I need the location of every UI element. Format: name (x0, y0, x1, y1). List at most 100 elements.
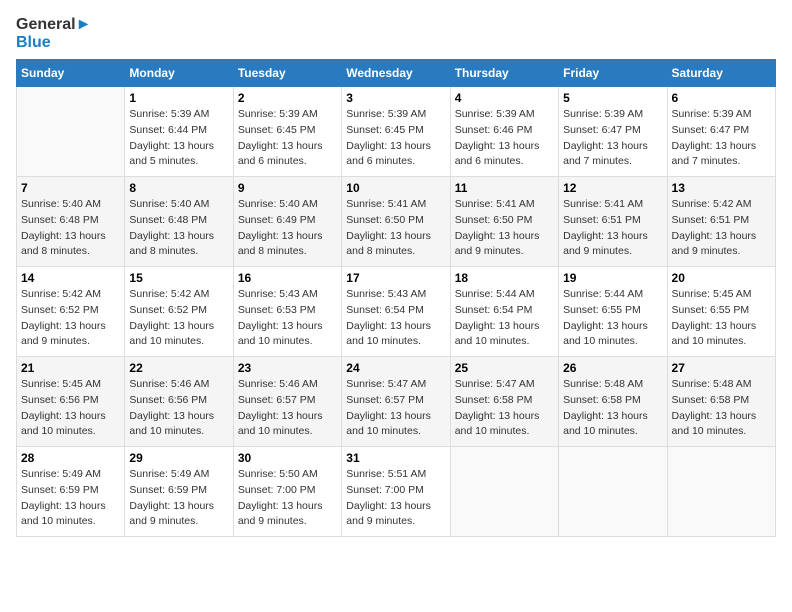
day-number: 9 (238, 181, 337, 195)
calendar-cell: 17 Sunrise: 5:43 AMSunset: 6:54 PMDayligh… (342, 267, 450, 357)
logo-blue: Blue (16, 34, 91, 52)
day-number: 18 (455, 271, 554, 285)
calendar-cell: 2Sunrise: 5:39 AMSunset: 6:45 PMDaylight… (233, 87, 341, 177)
day-number: 22 (129, 361, 228, 375)
day-number: 12 (563, 181, 662, 195)
logo: General► Blue (16, 16, 91, 51)
day-info: Sunrise: 5:39 AMSunset: 6:44 PMDaylight:… (129, 107, 228, 170)
day-number: 17 (346, 271, 445, 285)
day-number: 20 (672, 271, 771, 285)
calendar-week-2: 7 Sunrise: 5:40 AMSunset: 6:48 PMDaylight… (17, 177, 776, 267)
calendar-cell: 18 Sunrise: 5:44 AMSunset: 6:54 PMDayligh… (450, 267, 558, 357)
header-day-wednesday: Wednesday (342, 60, 450, 87)
day-number: 24 (346, 361, 445, 375)
day-info: Sunrise: 5:43 AMSunset: 6:53 PMDaylight:… (238, 287, 337, 350)
day-info: Sunrise: 5:50 AMSunset: 7:00 PMDaylight:… (238, 467, 337, 530)
calendar-cell: 8 Sunrise: 5:40 AMSunset: 6:48 PMDaylight… (125, 177, 233, 267)
day-number: 26 (563, 361, 662, 375)
day-number: 8 (129, 181, 228, 195)
calendar-cell: 14 Sunrise: 5:42 AMSunset: 6:52 PMDayligh… (17, 267, 125, 357)
calendar-week-5: 28Sunrise: 5:49 AMSunset: 6:59 PMDayligh… (17, 447, 776, 537)
calendar-cell: 20 Sunrise: 5:45 AMSunset: 6:55 PMDayligh… (667, 267, 775, 357)
calendar-cell (17, 87, 125, 177)
calendar-cell: 29 Sunrise: 5:49 AMSunset: 6:59 PMDayligh… (125, 447, 233, 537)
calendar-cell: 27 Sunrise: 5:48 AMSunset: 6:58 PMDayligh… (667, 357, 775, 447)
day-info: Sunrise: 5:42 AMSunset: 6:52 PMDaylight:… (21, 287, 120, 350)
day-info: Sunrise: 5:43 AMSunset: 6:54 PMDaylight:… (346, 287, 445, 350)
calendar-cell: 30Sunrise: 5:50 AMSunset: 7:00 PMDayligh… (233, 447, 341, 537)
calendar-cell (450, 447, 558, 537)
day-info: Sunrise: 5:45 AMSunset: 6:55 PMDaylight:… (672, 287, 771, 350)
calendar-cell: 15Sunrise: 5:42 AMSunset: 6:52 PMDayligh… (125, 267, 233, 357)
header-day-monday: Monday (125, 60, 233, 87)
calendar-cell: 24 Sunrise: 5:47 AMSunset: 6:57 PMDayligh… (342, 357, 450, 447)
day-info: Sunrise: 5:40 AMSunset: 6:48 PMDaylight:… (129, 197, 228, 260)
calendar-cell (667, 447, 775, 537)
day-info: Sunrise: 5:48 AMSunset: 6:58 PMDaylight:… (563, 377, 662, 440)
day-number: 1 (129, 91, 228, 105)
calendar-cell: 9 Sunrise: 5:40 AMSunset: 6:49 PMDaylight… (233, 177, 341, 267)
day-number: 16 (238, 271, 337, 285)
day-number: 31 (346, 451, 445, 465)
day-info: Sunrise: 5:39 AMSunset: 6:45 PMDaylight:… (238, 107, 337, 170)
calendar-week-1: 1 Sunrise: 5:39 AMSunset: 6:44 PMDaylight… (17, 87, 776, 177)
calendar-cell: 6 Sunrise: 5:39 AMSunset: 6:47 PMDaylight… (667, 87, 775, 177)
header-day-tuesday: Tuesday (233, 60, 341, 87)
calendar-cell: 11 Sunrise: 5:41 AMSunset: 6:50 PMDayligh… (450, 177, 558, 267)
day-number: 19 (563, 271, 662, 285)
day-info: Sunrise: 5:40 AMSunset: 6:49 PMDaylight:… (238, 197, 337, 260)
day-info: Sunrise: 5:41 AMSunset: 6:51 PMDaylight:… (563, 197, 662, 260)
day-info: Sunrise: 5:41 AMSunset: 6:50 PMDaylight:… (455, 197, 554, 260)
day-info: Sunrise: 5:39 AMSunset: 6:47 PMDaylight:… (563, 107, 662, 170)
day-info: Sunrise: 5:51 AMSunset: 7:00 PMDaylight:… (346, 467, 445, 530)
day-number: 15 (129, 271, 228, 285)
calendar-cell: 21Sunrise: 5:45 AMSunset: 6:56 PMDayligh… (17, 357, 125, 447)
day-info: Sunrise: 5:47 AMSunset: 6:57 PMDaylight:… (346, 377, 445, 440)
calendar-table: SundayMondayTuesdayWednesdayThursdayFrid… (16, 59, 776, 537)
logo-general: General► (16, 16, 91, 34)
calendar-cell: 25 Sunrise: 5:47 AMSunset: 6:58 PMDayligh… (450, 357, 558, 447)
day-info: Sunrise: 5:46 AMSunset: 6:57 PMDaylight:… (238, 377, 337, 440)
page-header: General► Blue (16, 16, 776, 51)
header-day-saturday: Saturday (667, 60, 775, 87)
day-info: Sunrise: 5:39 AMSunset: 6:47 PMDaylight:… (672, 107, 771, 170)
calendar-week-4: 21Sunrise: 5:45 AMSunset: 6:56 PMDayligh… (17, 357, 776, 447)
day-info: Sunrise: 5:49 AMSunset: 6:59 PMDaylight:… (129, 467, 228, 530)
calendar-cell: 1 Sunrise: 5:39 AMSunset: 6:44 PMDaylight… (125, 87, 233, 177)
day-info: Sunrise: 5:40 AMSunset: 6:48 PMDaylight:… (21, 197, 120, 260)
day-number: 29 (129, 451, 228, 465)
calendar-cell: 23 Sunrise: 5:46 AMSunset: 6:57 PMDayligh… (233, 357, 341, 447)
day-info: Sunrise: 5:44 AMSunset: 6:54 PMDaylight:… (455, 287, 554, 350)
day-number: 25 (455, 361, 554, 375)
day-number: 7 (21, 181, 120, 195)
day-number: 3 (346, 91, 445, 105)
day-number: 11 (455, 181, 554, 195)
day-info: Sunrise: 5:47 AMSunset: 6:58 PMDaylight:… (455, 377, 554, 440)
day-number: 13 (672, 181, 771, 195)
day-number: 14 (21, 271, 120, 285)
day-number: 4 (455, 91, 554, 105)
calendar-cell: 3 Sunrise: 5:39 AMSunset: 6:45 PMDaylight… (342, 87, 450, 177)
day-info: Sunrise: 5:39 AMSunset: 6:45 PMDaylight:… (346, 107, 445, 170)
calendar-cell: 12 Sunrise: 5:41 AMSunset: 6:51 PMDayligh… (559, 177, 667, 267)
calendar-cell: 10 Sunrise: 5:41 AMSunset: 6:50 PMDayligh… (342, 177, 450, 267)
day-info: Sunrise: 5:44 AMSunset: 6:55 PMDaylight:… (563, 287, 662, 350)
logo-container: General► Blue (16, 16, 91, 51)
day-number: 23 (238, 361, 337, 375)
day-number: 6 (672, 91, 771, 105)
day-info: Sunrise: 5:48 AMSunset: 6:58 PMDaylight:… (672, 377, 771, 440)
day-info: Sunrise: 5:42 AMSunset: 6:51 PMDaylight:… (672, 197, 771, 260)
calendar-cell: 16 Sunrise: 5:43 AMSunset: 6:53 PMDayligh… (233, 267, 341, 357)
calendar-cell (559, 447, 667, 537)
calendar-cell: 5Sunrise: 5:39 AMSunset: 6:47 PMDaylight… (559, 87, 667, 177)
calendar-cell: 4Sunrise: 5:39 AMSunset: 6:46 PMDaylight… (450, 87, 558, 177)
day-number: 10 (346, 181, 445, 195)
day-info: Sunrise: 5:49 AMSunset: 6:59 PMDaylight:… (21, 467, 120, 530)
day-info: Sunrise: 5:45 AMSunset: 6:56 PMDaylight:… (21, 377, 120, 440)
calendar-cell: 28Sunrise: 5:49 AMSunset: 6:59 PMDayligh… (17, 447, 125, 537)
day-info: Sunrise: 5:46 AMSunset: 6:56 PMDaylight:… (129, 377, 228, 440)
day-info: Sunrise: 5:41 AMSunset: 6:50 PMDaylight:… (346, 197, 445, 260)
day-number: 27 (672, 361, 771, 375)
calendar-cell: 7 Sunrise: 5:40 AMSunset: 6:48 PMDaylight… (17, 177, 125, 267)
calendar-cell: 13 Sunrise: 5:42 AMSunset: 6:51 PMDayligh… (667, 177, 775, 267)
